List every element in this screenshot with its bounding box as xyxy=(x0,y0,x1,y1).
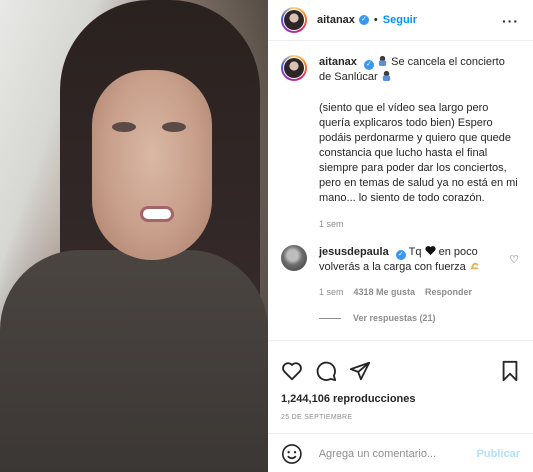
share-icon[interactable] xyxy=(349,360,371,382)
profile-avatar[interactable] xyxy=(281,7,307,33)
video-subject-eye xyxy=(112,122,136,132)
post-header: aitanax ✓ • Seguir ··· xyxy=(268,0,533,41)
comment-meta: 1 sem 4318 Me gusta Responder xyxy=(319,287,519,297)
heart-icon[interactable] xyxy=(281,360,303,382)
emoji-icon[interactable] xyxy=(281,443,303,465)
post-date[interactable]: 25 DE SEPTIEMBRE xyxy=(281,414,352,421)
verified-icon: ✓ xyxy=(358,15,369,25)
praying-emoji-icon xyxy=(382,70,390,81)
praying-emoji-icon xyxy=(378,55,387,66)
publish-button[interactable]: Publicar xyxy=(477,448,520,460)
view-replies-label[interactable]: Ver respuestas (21) xyxy=(353,313,436,323)
caption: aitanax ✓ Se cancela el concierto de San… xyxy=(281,55,519,206)
video-subject-eye xyxy=(162,122,186,132)
comment-item: jesusdepaula ✓ Tq en poco volverás a la … xyxy=(281,245,519,275)
comment-username[interactable]: jesusdepaula xyxy=(319,246,389,258)
comment-input[interactable] xyxy=(318,447,477,460)
black-heart-emoji-icon xyxy=(424,246,436,256)
add-comment-bar: Publicar xyxy=(268,433,533,472)
verified-icon: ✓ xyxy=(395,250,406,260)
comment-likes[interactable]: 4318 Me gusta xyxy=(354,287,416,297)
actions-section: 1,244,106 reproducciones 25 DE SEPTIEMBR… xyxy=(268,340,533,472)
post-video[interactable] xyxy=(0,0,268,472)
comment-text-part1: Tq xyxy=(405,246,425,258)
post-panel: aitanax ✓ • Seguir ··· aitanax ✓ Se canc… xyxy=(268,0,533,472)
view-replies[interactable]: Ver respuestas (21) xyxy=(319,313,519,323)
comment-text: jesusdepaula ✓ Tq en poco volverás a la … xyxy=(319,245,504,275)
reply-button[interactable]: Responder xyxy=(425,287,472,297)
comment-like-icon[interactable]: ♡ xyxy=(509,253,519,266)
video-subject-face xyxy=(92,70,212,260)
comment-avatar[interactable] xyxy=(281,245,307,271)
more-icon[interactable]: ··· xyxy=(502,13,519,29)
separator-dot: • xyxy=(373,14,378,26)
view-count[interactable]: 1,244,106 reproducciones xyxy=(281,393,416,405)
caption-avatar[interactable] xyxy=(281,55,307,81)
bookmark-icon[interactable] xyxy=(499,360,521,382)
replies-line xyxy=(319,317,341,319)
caption-time[interactable]: 1 sem xyxy=(319,219,519,229)
flexed-arm-emoji-icon xyxy=(470,262,478,270)
header-username[interactable]: aitanax xyxy=(317,14,355,26)
comment-time[interactable]: 1 sem xyxy=(319,287,344,297)
verified-icon: ✓ xyxy=(363,60,374,70)
follow-button[interactable]: Seguir xyxy=(383,14,417,26)
caption-text: aitanax ✓ Se cancela el concierto de San… xyxy=(319,55,519,206)
video-subject-hoodie xyxy=(0,250,268,472)
caption-body: (siento que el vídeo sea largo pero quer… xyxy=(319,102,518,204)
comment-icon[interactable] xyxy=(315,360,337,382)
comments-list[interactable]: aitanax ✓ Se cancela el concierto de San… xyxy=(268,41,533,340)
action-icons xyxy=(281,359,521,383)
caption-username[interactable]: aitanax xyxy=(319,56,357,68)
video-subject-mouth xyxy=(140,206,174,222)
